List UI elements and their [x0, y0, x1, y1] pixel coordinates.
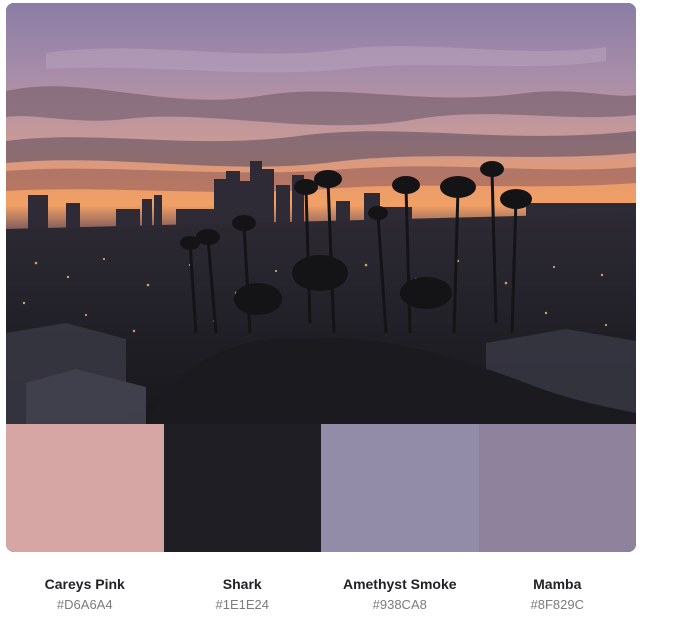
- color-name: Shark: [222, 576, 262, 592]
- color-label: Shark #1E1E24: [164, 574, 322, 614]
- color-label: Careys Pink #D6A6A4: [6, 574, 164, 614]
- color-label: Amethyst Smoke #938CA8: [321, 574, 479, 614]
- color-name: Careys Pink: [44, 576, 125, 592]
- color-name: Amethyst Smoke: [342, 576, 457, 592]
- color-swatches: [6, 424, 636, 552]
- color-hex[interactable]: #D6A6A4: [6, 596, 164, 614]
- color-hex[interactable]: #1E1E24: [164, 596, 322, 614]
- color-hex[interactable]: #8F829C: [479, 596, 637, 614]
- skyline-photo: [6, 3, 636, 424]
- color-label: Mamba #8F829C: [479, 574, 637, 614]
- swatch-shark[interactable]: [163, 424, 321, 552]
- palette-card: [6, 3, 636, 552]
- color-labels: Careys Pink #D6A6A4 Shark #1E1E24 Amethy…: [6, 574, 636, 614]
- color-hex[interactable]: #938CA8: [321, 596, 479, 614]
- color-name: Mamba: [533, 576, 582, 592]
- swatch-careys-pink[interactable]: [6, 424, 164, 552]
- swatch-mamba[interactable]: [478, 424, 636, 552]
- swatch-amethyst-smoke[interactable]: [321, 424, 479, 552]
